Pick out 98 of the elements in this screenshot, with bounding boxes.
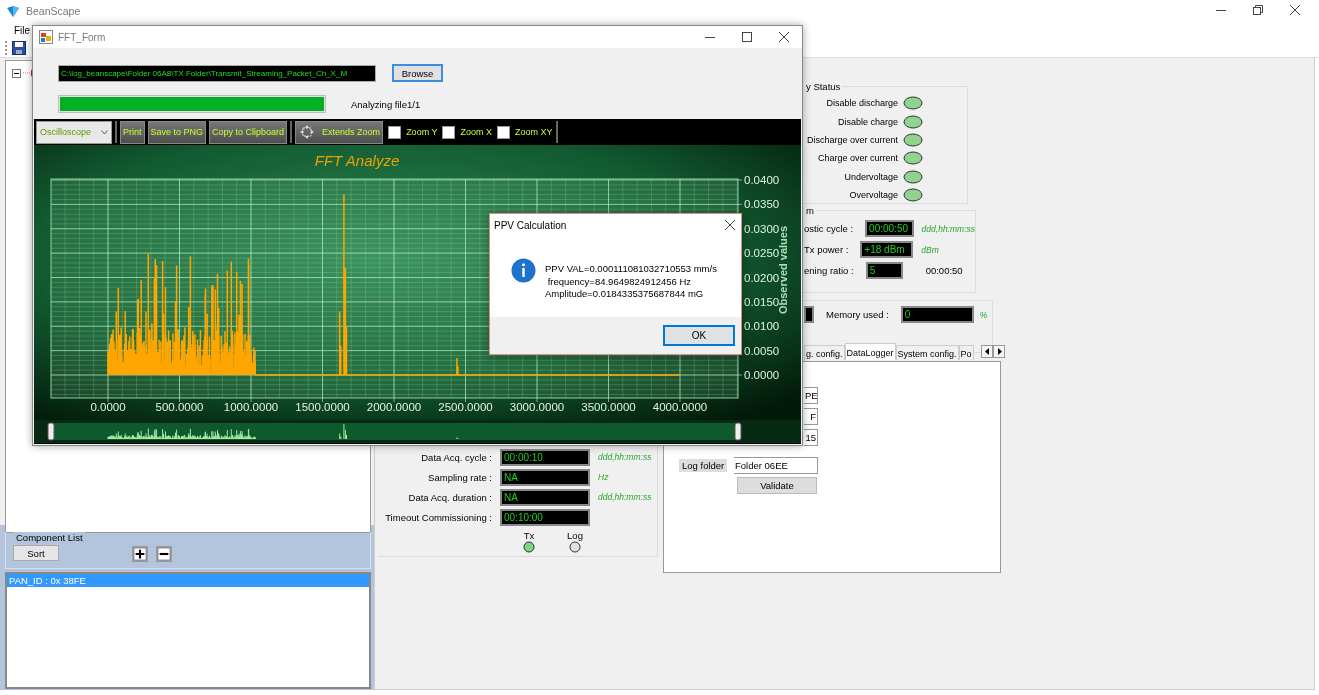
- status-text: Analyzing file1/1: [351, 98, 421, 110]
- collapse-box-icon[interactable]: [12, 68, 21, 78]
- field-label: Timeout Commissioning :: [384, 511, 493, 523]
- group-title: y Status: [804, 81, 843, 92]
- unit-label: ddd,hh:mm:ss: [598, 452, 652, 462]
- axis-tick-label: 3500.0000: [581, 401, 636, 413]
- unit-label: Hz: [598, 472, 609, 482]
- close-icon[interactable]: [1289, 4, 1301, 16]
- axis-tick-label: 500.0000: [155, 401, 204, 413]
- checkbox[interactable]: [497, 125, 510, 139]
- range-handle[interactable]: [734, 422, 742, 441]
- axis-tick-label: 2000.0000: [366, 401, 422, 413]
- field-label: Data Acq. cycle :: [420, 451, 493, 463]
- form-icon: [39, 30, 53, 44]
- message-text: Amplitude=0.0184335375687844 mG: [545, 288, 705, 301]
- axis-tick-label: 1500.0000: [295, 401, 350, 413]
- text-field[interactable]: PE: [804, 387, 818, 404]
- save-icon[interactable]: [12, 41, 26, 55]
- close-icon[interactable]: [778, 31, 790, 43]
- axis-tick-label: 1000.0000: [223, 401, 279, 413]
- field-label: ening ratio :: [804, 265, 854, 276]
- axis-tick-label: 0.0000: [744, 369, 780, 381]
- axis-tick-label: 0.0400: [744, 174, 780, 186]
- caret-icon: [101, 129, 108, 135]
- menu-item[interactable]: File: [14, 25, 31, 36]
- field-label: ostic cycle :: [804, 223, 854, 234]
- axis-tick-label: 0.0250: [744, 247, 780, 260]
- indicator-label: Overvoltage: [849, 190, 898, 201]
- scroll-left-button[interactable]: [981, 345, 993, 358]
- checkbox[interactable]: [442, 125, 456, 139]
- tab[interactable]: System config.: [895, 345, 959, 360]
- chart-title: FFT Analyze: [314, 152, 400, 169]
- led-label: Log: [567, 530, 583, 541]
- app-logo-icon: [6, 4, 20, 18]
- range-handle[interactable]: [47, 422, 55, 441]
- field-label: Memory used :: [826, 309, 889, 320]
- axis-tick-label: 3000.0000: [509, 401, 565, 413]
- axis-tick-label: 0.0350: [744, 198, 780, 211]
- value-field[interactable]: 5: [865, 262, 903, 279]
- field-label: Tx power :: [804, 244, 849, 255]
- file-path-field[interactable]: C:\log_beanscape\Folder 06A8\TX Folder\Transmit_Streaming_Packet_Ch_X_M: [58, 64, 376, 82]
- axis-tick-label: 0.0100: [744, 320, 780, 333]
- window-title: FFT_Form: [58, 31, 106, 43]
- unit-label: ddd,hh:mm:ss: [921, 223, 975, 234]
- field-label: Data Acq. duration :: [407, 491, 493, 503]
- axis-tick-label: 2500.0000: [438, 401, 493, 413]
- checkbox-label: Zoom XY: [515, 127, 553, 137]
- sort-button[interactable]: Sort: [13, 545, 59, 561]
- value-field[interactable]: 00:00:50: [865, 220, 914, 237]
- axis-tick-label: 0.0000: [90, 401, 126, 413]
- validate-button[interactable]: Validate: [737, 477, 817, 494]
- dialog-title: PPV Calculation: [494, 219, 567, 231]
- tab[interactable]: DataLogger: [844, 343, 896, 360]
- axis-tick-label: 0.0300: [744, 222, 780, 235]
- message-text: PPV VAL=0.000111081032710553 mm/s: [545, 263, 717, 276]
- text-field[interactable]: 15: [804, 429, 818, 446]
- restore-icon[interactable]: [1252, 4, 1264, 16]
- ok-button[interactable]: OK: [663, 325, 735, 346]
- indicator-label: Undervoltage: [844, 171, 898, 182]
- axis-tick-label: 0.0050: [744, 344, 780, 357]
- value-field[interactable]: [804, 306, 814, 323]
- value-label: 00:00:50: [925, 265, 963, 276]
- axis-tick-label: 0.0200: [744, 271, 780, 284]
- checkbox[interactable]: [388, 125, 402, 139]
- unit-label: dBm: [921, 244, 939, 255]
- info-icon: [511, 258, 536, 283]
- maximize-icon[interactable]: [741, 31, 753, 43]
- scroll-right-button[interactable]: [993, 345, 1005, 358]
- indicator-label: Disable charge: [837, 116, 898, 127]
- browse-button[interactable]: Browse: [392, 64, 443, 82]
- toolbar-grip-icon: [5, 40, 8, 56]
- axis-tick-label: 4000.0000: [652, 401, 708, 413]
- group-title: Component List: [14, 532, 85, 543]
- unit-label: %: [979, 309, 988, 320]
- minus-button[interactable]: [156, 546, 172, 562]
- window-title: BeanScape: [26, 5, 81, 17]
- field-label: Log folder: [679, 459, 728, 472]
- checkbox-label: Zoom X: [460, 127, 492, 137]
- checkbox-label: Zoom Y: [406, 127, 438, 137]
- toolbar-button[interactable]: Extends Zoom: [295, 120, 384, 144]
- toolbar-button[interactable]: Copy to Clipboard: [209, 120, 288, 144]
- close-icon[interactable]: [724, 219, 736, 231]
- text-field[interactable]: Folder 06EE: [734, 457, 818, 474]
- toolbar-button[interactable]: Save to PNG: [147, 120, 207, 144]
- unit-label: ddd,hh:mm:ss: [598, 492, 652, 502]
- axis-tick-label: 0.0150: [744, 295, 780, 308]
- toolbar-button[interactable]: Print: [120, 120, 145, 144]
- indicator-label: Discharge over current: [806, 134, 898, 145]
- value-field[interactable]: +18 dBm: [860, 241, 914, 258]
- indicator-label: Charge over current: [817, 153, 898, 164]
- indicator-label: Disable discharge: [826, 98, 898, 109]
- value-field[interactable]: 0: [900, 306, 974, 323]
- tab[interactable]: g. config.: [804, 345, 845, 360]
- plus-button[interactable]: [132, 546, 148, 562]
- text-field[interactable]: F: [804, 408, 818, 425]
- message-text: frequency=84.9649824912456 Hz: [546, 275, 693, 288]
- led-label: Tx: [523, 530, 535, 541]
- field-label: Sampling rate :: [427, 471, 493, 483]
